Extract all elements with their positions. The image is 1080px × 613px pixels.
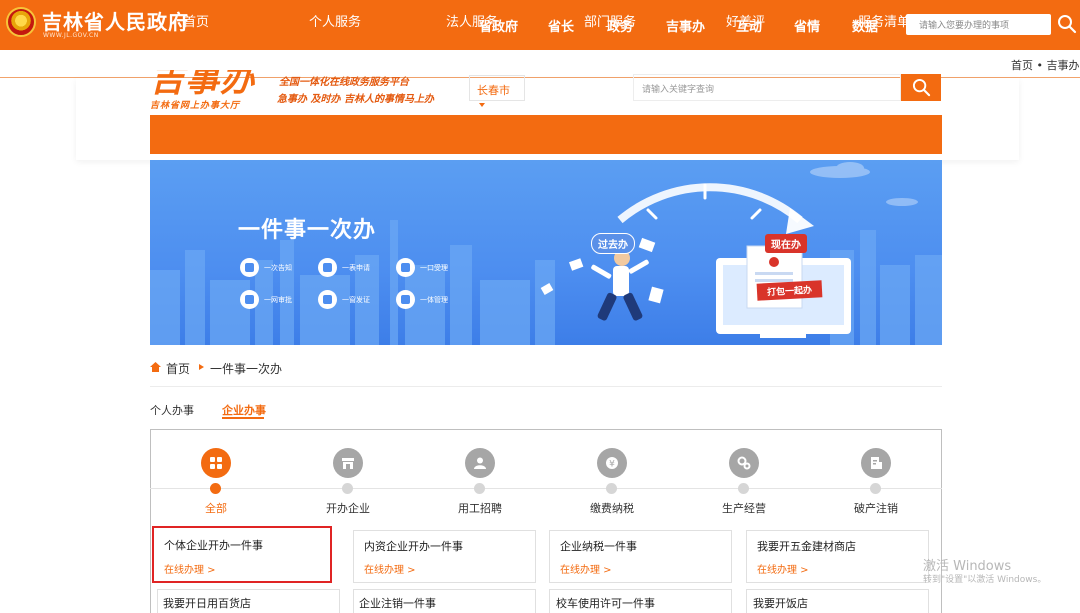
tab-personal-affairs[interactable]: 个人办事 [150, 402, 194, 418]
online-apply-link[interactable]: 在线办理 > [164, 561, 216, 576]
main-nav [150, 115, 942, 154]
service-card[interactable]: 内资企业开办一件事 在线办理 > [353, 530, 536, 583]
recruit-user-icon[interactable] [465, 448, 495, 478]
service-card-title[interactable]: 企业纳税一件事 [560, 538, 637, 554]
banner-feature-one-notice: 一次告知 [240, 258, 292, 277]
category-label-all[interactable]: 全部 [205, 500, 227, 516]
main-nav-item-good-bad-review[interactable]: 好差评 [726, 11, 765, 30]
online-apply-link[interactable]: 在线办理 > [364, 561, 416, 576]
banner-feature-one-form: 一表申请 [318, 258, 370, 277]
main-nav-item-legal-person-services[interactable]: 法人服务 [446, 11, 498, 30]
category-label-recruitment[interactable]: 用工招聘 [458, 500, 502, 516]
bankruptcy-document-icon[interactable] [861, 448, 891, 478]
timeline-dot-active [210, 483, 221, 494]
banner-tag-now: 现在办 [765, 234, 807, 253]
category-label-start-business[interactable]: 开办企业 [326, 500, 370, 516]
banner-feature-one-approval: 一网审批 [240, 290, 292, 309]
gov-site-url: WWW.JL.GOV.CN [43, 32, 99, 39]
breadcrumb-home[interactable]: 首页 [166, 360, 190, 377]
main-nav-item-home[interactable]: 首页 [183, 11, 209, 30]
city-skyline-illustration [150, 162, 942, 345]
national-emblem-icon [6, 7, 36, 37]
windows-activation-hint: 转到"设置"以激活 Windows。 [923, 575, 1047, 585]
brand-slogan-line1: 全国一体化在线政务服务平台 [279, 77, 409, 88]
banner[interactable]: 一件事一次办 一次告知 一表申请 一口受理 一网审批 一窗发证 一体管理 过去办… [150, 160, 942, 345]
service-card-title[interactable]: 我要开五金建材商店 [757, 538, 856, 554]
service-card-title[interactable]: 个体企业开办一件事 [164, 537, 263, 553]
breadcrumb-divider [150, 386, 942, 387]
breadcrumb-arrow-icon [199, 364, 204, 370]
service-card[interactable]: 我要开五金建材商店 在线办理 > [746, 530, 929, 583]
banner-feature-one-window: 一窗发证 [318, 290, 370, 309]
banner-tag-past: 过去办 [591, 233, 635, 254]
category-label-operations[interactable]: 生产经营 [722, 500, 766, 516]
main-nav-item-service-list[interactable]: 服务清单 [858, 11, 910, 30]
top-breadcrumb[interactable]: 首页 • 吉事办 [1011, 57, 1079, 73]
category-label-tax-payment[interactable]: 缴费纳税 [590, 500, 634, 516]
site-search-input[interactable]: 请输入关键字查询 [633, 74, 901, 101]
category-timeline [150, 488, 942, 489]
management-icon [396, 290, 415, 309]
city-select[interactable]: 长春市 [469, 75, 525, 107]
service-card-title[interactable]: 校车使用许可一件事 [556, 595, 655, 611]
gov-search-input[interactable]: 请输入您要办理的事项 [906, 14, 1051, 35]
gov-nav-item-governor[interactable]: 省长 [548, 16, 574, 35]
banner-feature-one-accept: 一口受理 [396, 258, 448, 277]
service-card-highlighted[interactable]: 个体企业开办一件事 在线办理 > [152, 526, 332, 583]
online-apply-link[interactable]: 在线办理 > [757, 561, 809, 576]
accept-icon [396, 258, 415, 277]
category-label-bankruptcy[interactable]: 破产注销 [854, 500, 898, 516]
notice-icon [240, 258, 259, 277]
gov-site-title[interactable]: 吉林省人民政府 [42, 6, 189, 35]
service-card-title[interactable]: 我要开饭店 [753, 595, 808, 611]
form-icon [318, 258, 337, 277]
service-card-title[interactable]: 我要开日用百货店 [163, 595, 251, 611]
approval-icon [240, 290, 259, 309]
timeline-dot [474, 483, 485, 494]
all-categories-icon[interactable] [201, 448, 231, 478]
banner-tag-pack: 打包一起办 [756, 280, 823, 301]
search-icon [912, 78, 931, 97]
main-nav-item-personal-services[interactable]: 个人服务 [309, 11, 361, 30]
brand-slogan-line2: 急事办 及时办 吉林人的事情马上办 [277, 94, 434, 105]
service-card-title[interactable]: 企业注销一件事 [359, 595, 436, 611]
svg-text:¥: ¥ [609, 460, 615, 470]
banner-feature-one-management: 一体管理 [396, 290, 448, 309]
category-panel [150, 429, 942, 613]
certificate-icon [318, 290, 337, 309]
breadcrumb-current: 一件事一次办 [210, 362, 283, 376]
chevron-down-icon [479, 103, 485, 107]
timeline-dot [342, 483, 353, 494]
site-search-button[interactable] [901, 74, 941, 101]
gov-nav-item-jishiban[interactable]: 吉事办 [666, 16, 705, 35]
active-tab-indicator [222, 417, 264, 419]
shop-icon[interactable] [333, 448, 363, 478]
banner-title: 一件事一次办 [238, 218, 377, 243]
tab-enterprise-affairs[interactable]: 企业办事 [222, 402, 266, 418]
search-icon[interactable] [1056, 13, 1078, 35]
main-nav-item-department-services[interactable]: 部门服务 [584, 11, 636, 30]
operations-gear-icon[interactable] [729, 448, 759, 478]
online-apply-link[interactable]: 在线办理 > [560, 561, 612, 576]
jishiban-logo[interactable]: 吉事办 [150, 70, 255, 100]
jishiban-logo-subtitle: 吉林省网上办事大厅 [150, 101, 241, 111]
tax-payment-icon[interactable]: ¥ [597, 448, 627, 478]
timeline-dot [606, 483, 617, 494]
timeline-dot [870, 483, 881, 494]
service-card-title[interactable]: 内资企业开办一件事 [364, 538, 463, 554]
timeline-dot [738, 483, 749, 494]
home-icon [150, 362, 161, 372]
gov-nav-item-province-info[interactable]: 省情 [794, 16, 820, 35]
service-card[interactable]: 企业纳税一件事 在线办理 > [549, 530, 732, 583]
